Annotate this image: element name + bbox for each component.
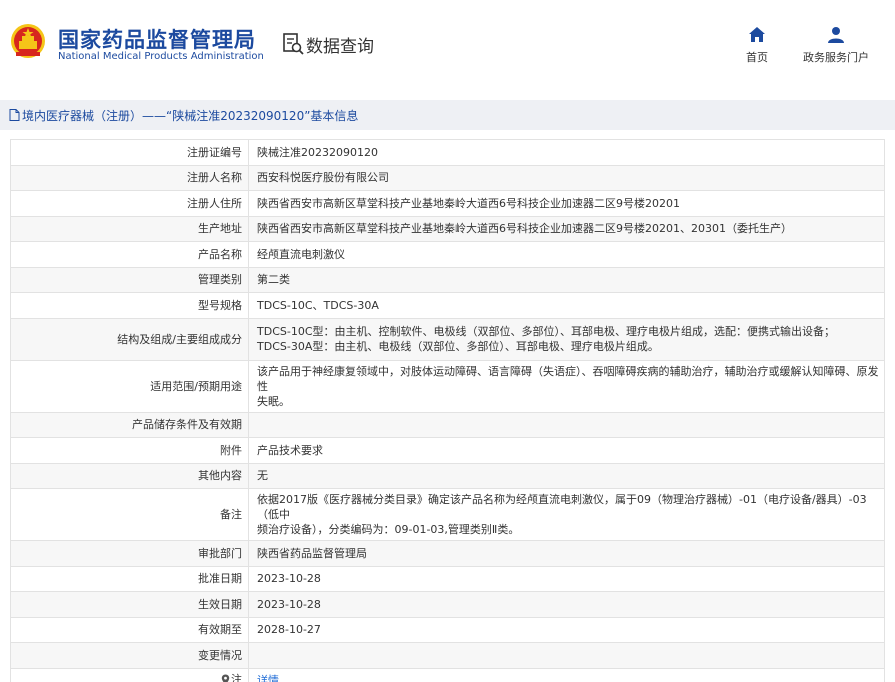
site-title-cn: 国家药品监督管理局	[58, 28, 256, 52]
table-row: 批准日期 2023-10-28	[10, 565, 885, 592]
field-value: 陕械注准20232090120	[248, 139, 885, 166]
field-value: 经颅直流电刺激仪	[248, 241, 885, 268]
breadcrumb-text: 境内医疗器械（注册）——“陕械注准20232090120”基本信息	[22, 108, 359, 123]
table-row: 有效期至 2028-10-27	[10, 616, 885, 643]
field-value: TDCS-10C型：由主机、控制软件、电极线（双部位、多部位）、耳部电极、理疗电…	[248, 317, 885, 361]
field-value: 2028-10-27	[248, 616, 885, 643]
note-label-text: 注	[231, 673, 242, 682]
field-value: 陕西省西安市高新区草堂科技产业基地秦岭大道西6号科技企业加速器二区9号楼2020…	[248, 215, 885, 242]
table-row: 备注 依据2017版《医疗器械分类目录》确定该产品名称为经颅直流电刺激仪，属于0…	[10, 488, 885, 541]
national-emblem-icon	[11, 24, 45, 58]
field-label: 管理类别	[10, 266, 249, 293]
field-value: 无	[248, 462, 885, 489]
table-row: 管理类别 第二类	[10, 266, 885, 293]
table-row: 注册人名称 西安科悦医疗股份有限公司	[10, 164, 885, 191]
field-value-line: 依据2017版《医疗器械分类目录》确定该产品名称为经颅直流电刺激仪，属于09（物…	[257, 493, 867, 521]
table-row: 产品名称 经颅直流电刺激仪	[10, 241, 885, 268]
field-label: 注	[10, 667, 249, 682]
field-label: 批准日期	[10, 565, 249, 592]
device-detail-table: 注册证编号 陕械注准20232090120 注册人名称 西安科悦医疗股份有限公司…	[10, 139, 885, 682]
table-row: 生效日期 2023-10-28	[10, 591, 885, 618]
data-query-label: 数据查询	[306, 36, 374, 57]
nav-portal-label: 政务服务门户	[803, 51, 869, 64]
field-label: 注册人名称	[10, 164, 249, 191]
nav-home[interactable]: 首页	[746, 26, 768, 65]
field-label: 有效期至	[10, 616, 249, 643]
field-label: 产品储存条件及有效期	[10, 411, 249, 438]
document-icon	[9, 109, 20, 121]
field-label: 附件	[10, 437, 249, 464]
field-label: 注册人住所	[10, 190, 249, 217]
field-value-line: 该产品用于神经康复领域中，对肢体运动障碍、语言障碍（失语症）、吞咽障碍疾病的辅助…	[257, 364, 879, 393]
user-icon	[828, 27, 844, 43]
table-row: 适用范围/预期用途 该产品用于神经康复领域中，对肢体运动障碍、语言障碍（失语症）…	[10, 359, 885, 413]
field-value: 依据2017版《医疗器械分类目录》确定该产品名称为经颅直流电刺激仪，属于09（物…	[248, 488, 885, 541]
site-header: 国家药品监督管理局 National Medical Products Admi…	[0, 0, 895, 92]
field-value: 产品技术要求	[248, 437, 885, 464]
field-label: 其他内容	[10, 462, 249, 489]
search-document-icon	[283, 33, 304, 55]
nav-home-label: 首页	[746, 51, 768, 64]
field-label: 生产地址	[10, 215, 249, 242]
note-label-wrap: 注	[221, 672, 242, 682]
nav-gov-service-portal[interactable]: 政务服务门户	[803, 26, 869, 65]
field-label: 结构及组成/主要组成成分	[10, 317, 249, 361]
table-row: 注 详情	[10, 667, 885, 682]
breadcrumb: 境内医疗器械（注册）——“陕械注准20232090120”基本信息	[0, 100, 895, 130]
field-value: TDCS-10C、TDCS-30A	[248, 292, 885, 319]
field-label: 变更情况	[10, 642, 249, 669]
field-value: 西安科悦医疗股份有限公司	[248, 164, 885, 191]
table-row: 产品储存条件及有效期	[10, 411, 885, 438]
field-value: 2023-10-28	[248, 591, 885, 618]
location-pin-icon	[221, 674, 230, 682]
field-value: 2023-10-28	[248, 565, 885, 592]
data-query-link[interactable]: 数据查询	[282, 30, 374, 58]
table-row: 型号规格 TDCS-10C、TDCS-30A	[10, 292, 885, 319]
site-title-en: National Medical Products Administration	[58, 51, 264, 62]
table-row: 注册人住所 陕西省西安市高新区草堂科技产业基地秦岭大道西6号科技企业加速器二区9…	[10, 190, 885, 217]
field-value-line: 频治疗设备），分类编码为：09-01-03,管理类别Ⅱ类。	[257, 523, 520, 536]
field-value: 陕西省药品监督管理局	[248, 540, 885, 567]
field-value-line: 失眠。	[257, 394, 290, 408]
field-value: 该产品用于神经康复领域中，对肢体运动障碍、语言障碍（失语症）、吞咽障碍疾病的辅助…	[248, 359, 885, 413]
field-label: 型号规格	[10, 292, 249, 319]
table-row: 结构及组成/主要组成成分 TDCS-10C型：由主机、控制软件、电极线（双部位、…	[10, 317, 885, 361]
field-label: 备注	[10, 488, 249, 541]
table-row: 审批部门 陕西省药品监督管理局	[10, 540, 885, 567]
home-icon	[749, 27, 765, 42]
field-value	[248, 411, 885, 438]
table-row: 变更情况	[10, 642, 885, 669]
field-value: 详情	[248, 667, 885, 682]
field-value: 陕西省西安市高新区草堂科技产业基地秦岭大道西6号科技企业加速器二区9号楼2020…	[248, 190, 885, 217]
field-value-line: TDCS-10C型：由主机、控制软件、电极线（双部位、多部位）、耳部电极、理疗电…	[257, 325, 835, 338]
field-label: 审批部门	[10, 540, 249, 567]
field-label: 产品名称	[10, 241, 249, 268]
field-label: 适用范围/预期用途	[10, 359, 249, 413]
field-value: 第二类	[248, 266, 885, 293]
field-label: 生效日期	[10, 591, 249, 618]
details-link[interactable]: 详情	[257, 674, 279, 682]
table-row: 生产地址 陕西省西安市高新区草堂科技产业基地秦岭大道西6号科技企业加速器二区9号…	[10, 215, 885, 242]
table-row: 注册证编号 陕械注准20232090120	[10, 139, 885, 166]
field-value-line: TDCS-30A型：由主机、电极线（双部位、多部位）、耳部电极、理疗电极片组成。	[257, 340, 659, 353]
table-row: 附件 产品技术要求	[10, 437, 885, 464]
table-row: 其他内容 无	[10, 462, 885, 489]
field-label: 注册证编号	[10, 139, 249, 166]
field-value	[248, 642, 885, 669]
